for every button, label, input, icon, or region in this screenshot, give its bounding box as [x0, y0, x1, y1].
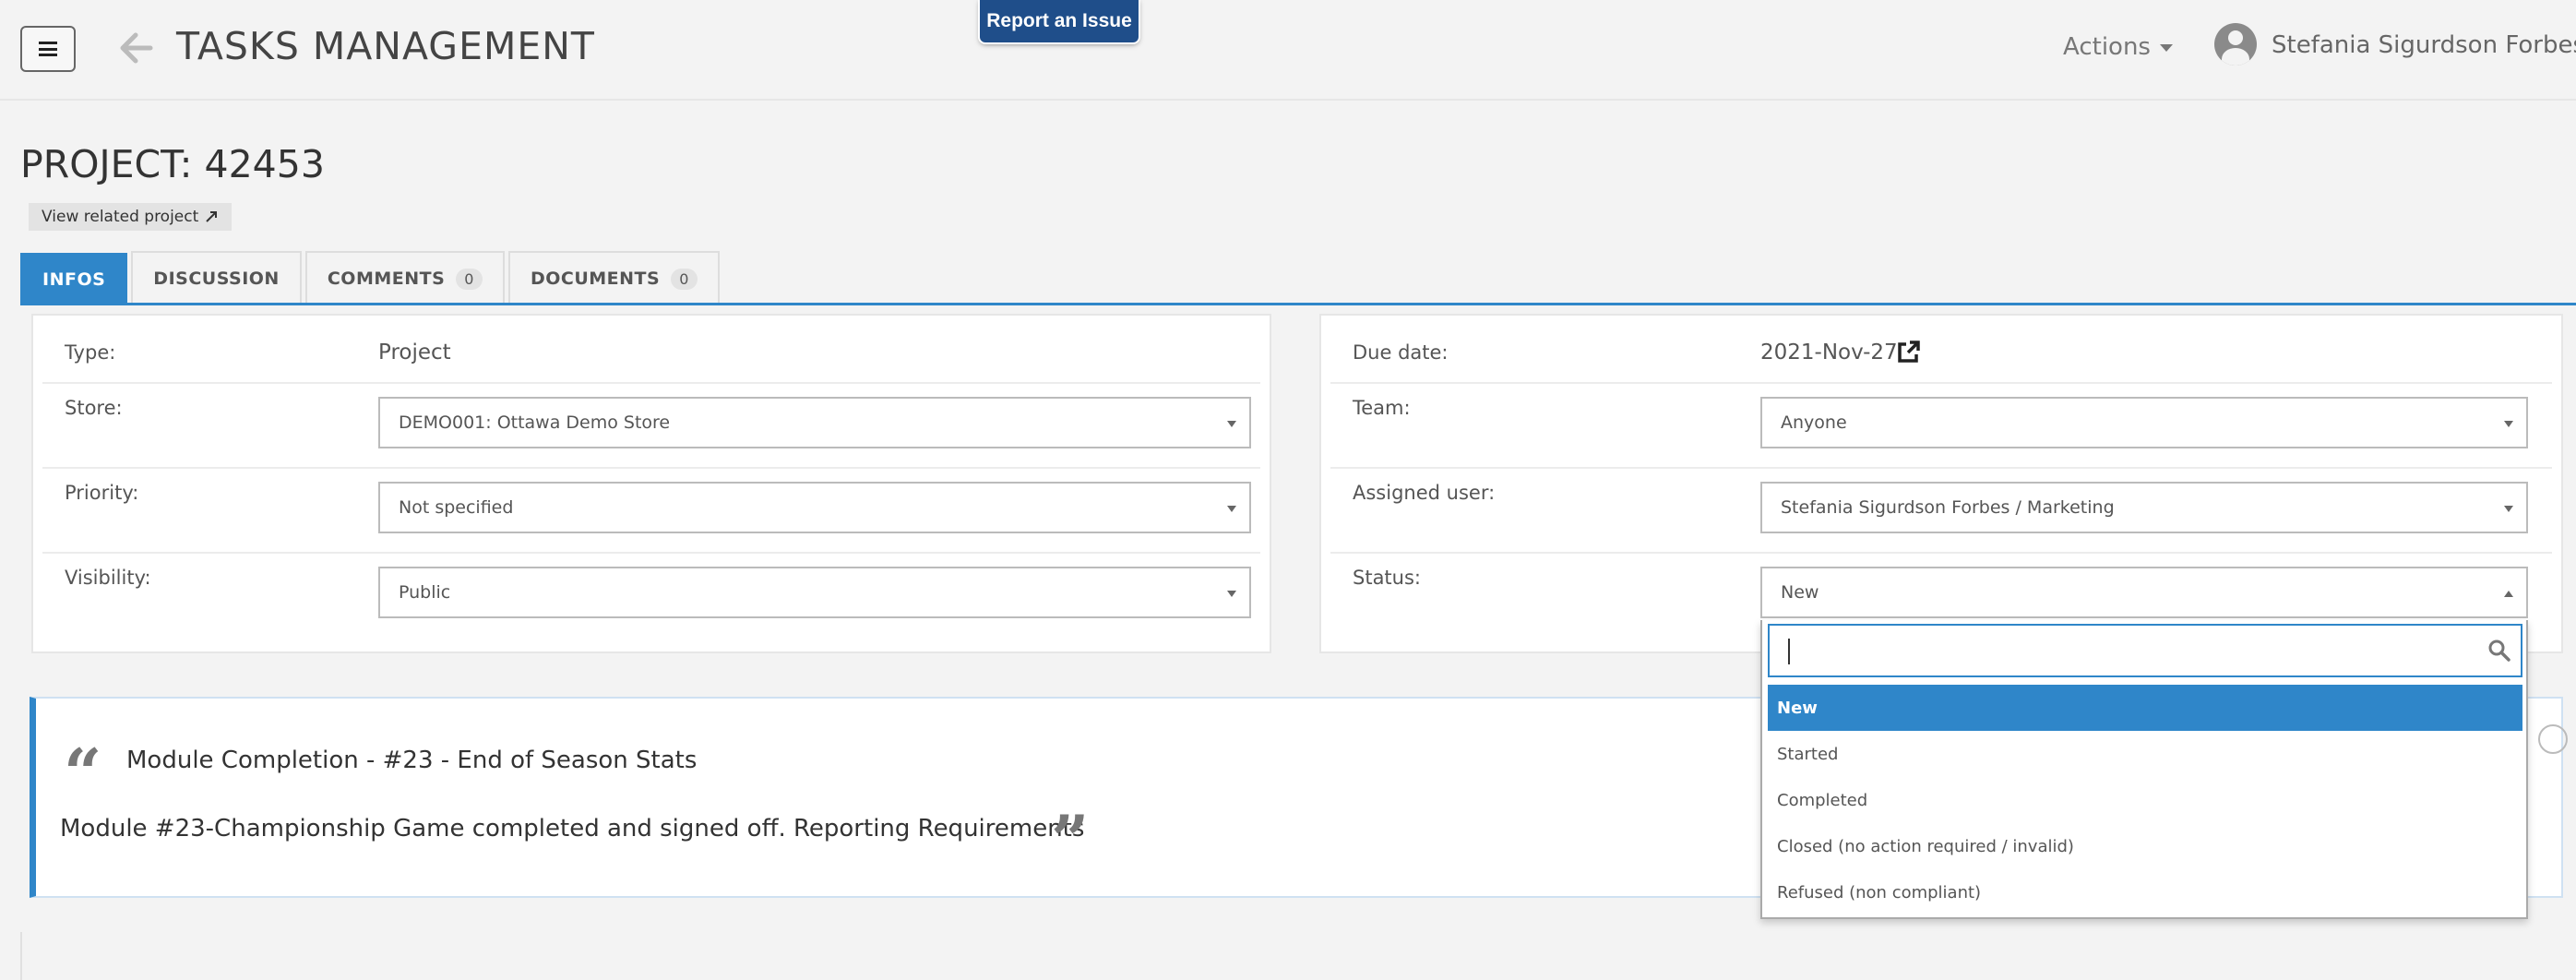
tab-label: DISCUSSION [153, 269, 280, 289]
tab-label: INFOS [42, 269, 106, 290]
status-search-input[interactable] [1768, 624, 2522, 677]
store-selected-value: DEMO001: Ottawa Demo Store [399, 412, 671, 433]
status-option-completed[interactable]: Completed [1768, 777, 2522, 823]
caret-down-icon [2159, 43, 2173, 52]
view-related-project-link[interactable]: View related project [29, 203, 233, 231]
search-icon [2488, 639, 2510, 662]
project-title: PROJECT: 42453 [20, 142, 325, 186]
top-bar: TASKS MANAGEMENT Report an Issue Actions… [0, 0, 2576, 101]
type-label: Type: [65, 341, 116, 364]
hamburger-icon [39, 42, 57, 56]
tab-bar: INFOS DISCUSSION COMMENTS 0 DOCUMENTS 0 [20, 251, 723, 305]
status-dropdown-menu: New Started Completed Closed (no action … [1760, 620, 2528, 919]
status-options-list: New Started Completed Closed (no action … [1768, 685, 2522, 915]
due-date-label: Due date: [1353, 341, 1449, 364]
visibility-row: Visibility: Public [42, 554, 1260, 642]
expand-arrow-icon [206, 211, 218, 222]
priority-label: Priority: [65, 482, 139, 504]
page-title: TASKS MANAGEMENT [176, 24, 595, 68]
dropdown-arrow-up-icon [2504, 591, 2513, 597]
assigned-user-selected-value: Stefania Sigurdson Forbes / Marketing [1781, 497, 2115, 518]
actions-label: Actions [2063, 33, 2151, 61]
description-title: Module Completion - #23 - End of Season … [126, 747, 698, 774]
report-issue-button[interactable]: Report an Issue [980, 0, 1139, 42]
task-info-left-panel: Type: Project Store: DEMO001: Ottawa Dem… [31, 314, 1271, 653]
due-date-value: 2021-Nov-27 [1760, 341, 1898, 365]
priority-selected-value: Not specified [399, 497, 514, 518]
dropdown-arrow-icon [1227, 421, 1236, 427]
visibility-select[interactable]: Public [378, 567, 1251, 618]
tab-comments[interactable]: COMMENTS 0 [304, 251, 505, 305]
close-quote-icon: ” [1051, 800, 1090, 878]
team-selected-value: Anyone [1781, 412, 1847, 433]
tab-documents[interactable]: DOCUMENTS 0 [507, 251, 720, 305]
external-link-icon[interactable] [1895, 340, 1921, 365]
assigned-user-select[interactable]: Stefania Sigurdson Forbes / Marketing [1760, 482, 2528, 533]
store-row: Store: DEMO001: Ottawa Demo Store [42, 384, 1260, 469]
dropdown-arrow-icon [1227, 506, 1236, 512]
status-option-refused[interactable]: Refused (non compliant) [1768, 869, 2522, 915]
dropdown-arrow-icon [2504, 506, 2513, 512]
description-body: Module #23-Championship Game completed a… [60, 815, 1085, 843]
priority-select[interactable]: Not specified [378, 482, 1251, 533]
due-date-row: Due date: 2021-Nov-27 [1330, 316, 2552, 384]
menu-button[interactable] [20, 26, 76, 72]
user-menu[interactable]: Stefania Sigurdson Forbes [2272, 31, 2576, 59]
user-avatar-icon[interactable] [2214, 23, 2257, 66]
tab-label: DOCUMENTS [530, 269, 661, 289]
status-select[interactable]: New [1760, 567, 2528, 618]
assigned-user-label: Assigned user: [1353, 482, 1496, 504]
tab-discussion[interactable]: DISCUSSION [131, 251, 302, 305]
team-select[interactable]: Anyone [1760, 397, 2528, 448]
dropdown-arrow-icon [2504, 421, 2513, 427]
status-label: Status: [1353, 567, 1421, 589]
assigned-user-row: Assigned user: Stefania Sigurdson Forbes… [1330, 469, 2552, 554]
status-option-new[interactable]: New [1768, 685, 2522, 731]
open-quote-icon: “ [64, 734, 102, 812]
store-select[interactable]: DEMO001: Ottawa Demo Store [378, 397, 1251, 448]
tab-underline [20, 303, 2576, 305]
related-link-label: View related project [42, 208, 199, 226]
type-row: Type: Project [42, 316, 1260, 384]
user-name-label: Stefania Sigurdson Forbes [2272, 31, 2576, 59]
actions-menu[interactable]: Actions [2063, 33, 2173, 61]
visibility-label: Visibility: [65, 567, 151, 589]
dropdown-arrow-icon [1227, 591, 1236, 597]
tab-infos[interactable]: INFOS [20, 253, 128, 305]
store-label: Store: [65, 397, 123, 419]
edit-circle-icon[interactable] [2538, 724, 2568, 754]
team-row: Team: Anyone [1330, 384, 2552, 469]
tab-label: COMMENTS [327, 269, 446, 289]
text-cursor [1788, 639, 1790, 664]
comments-count-badge: 0 [456, 268, 483, 290]
status-selected-value: New [1781, 582, 1819, 603]
visibility-selected-value: Public [399, 582, 451, 603]
type-value: Project [378, 341, 451, 365]
priority-row: Priority: Not specified [42, 469, 1260, 554]
back-arrow-icon[interactable] [115, 28, 156, 68]
status-option-started[interactable]: Started [1768, 731, 2522, 777]
task-info-right-panel: Due date: 2021-Nov-27 Team: Anyone Assig… [1319, 314, 2563, 653]
documents-count-badge: 0 [671, 268, 698, 290]
status-option-closed[interactable]: Closed (no action required / invalid) [1768, 823, 2522, 869]
content-border [20, 932, 22, 980]
team-label: Team: [1353, 397, 1411, 419]
